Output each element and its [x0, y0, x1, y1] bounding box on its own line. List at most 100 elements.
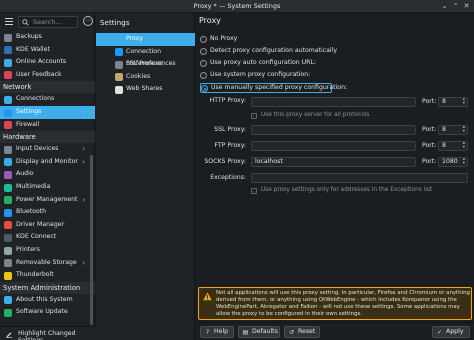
wallet-icon: [4, 46, 12, 55]
ssl-port-spinbox[interactable]: 8 ▴ ▾: [438, 125, 468, 135]
subcategory-item-ssl-preferences[interactable]: SSL Preferences: [96, 58, 195, 71]
power-icon: [4, 196, 12, 205]
sidebar-item-about-this-system[interactable]: About this System: [0, 294, 95, 307]
spin-arrows-icon[interactable]: ▴ ▾: [463, 97, 465, 106]
sidebar-item-removable-storage[interactable]: Removable Storage ›: [0, 257, 95, 270]
sidebar-item-input-devices[interactable]: Input Devices ›: [0, 143, 95, 156]
sidebar-item-display-and-monitor[interactable]: Display and Monitor ›: [0, 156, 95, 169]
ftp-proxy-label: FTP Proxy:: [214, 142, 246, 149]
http-port-spinbox[interactable]: 8 ▴ ▾: [438, 97, 468, 107]
sidebar-item-kde-wallet[interactable]: KDE Wallet: [0, 44, 95, 57]
sidebar-item-printers[interactable]: Printers: [0, 244, 95, 257]
sidebar-item-software-update[interactable]: Software Update: [0, 306, 95, 319]
sidebar-item-label: Thunderbolt: [16, 271, 54, 279]
sidebar-item-power-management[interactable]: Power Management ›: [0, 194, 95, 207]
radio-manual-proxy[interactable]: Use manually specified proxy configurati…: [200, 83, 347, 93]
sidebar-item-firewall[interactable]: Firewall: [0, 119, 95, 132]
sidebar-item-online-accounts[interactable]: Online Accounts: [0, 56, 95, 69]
warning-icon: [203, 292, 212, 301]
radio-button[interactable]: [200, 72, 207, 79]
radio-no-proxy[interactable]: No Proxy: [200, 35, 400, 45]
sidebar-item-thunderbolt[interactable]: Thunderbolt: [0, 269, 95, 282]
defaults-icon: ▤: [242, 328, 249, 336]
sidebar-item-label: Multimedia: [16, 182, 51, 190]
ssl-proxy-input[interactable]: [251, 125, 416, 135]
socks-port-spinbox[interactable]: 1080 ▴ ▾: [438, 157, 468, 167]
sidebar-item-backups[interactable]: Backups: [0, 31, 95, 44]
use-for-all-protocols-checkbox[interactable]: Use this proxy server for all protocols: [251, 112, 431, 121]
highlight-pen-icon: [5, 332, 13, 338]
sidebar-item-user-feedback[interactable]: User Feedback: [0, 69, 95, 82]
subcategory-item-cookies[interactable]: Cookies: [96, 71, 195, 84]
defaults-button[interactable]: ▤ Defaults: [238, 326, 280, 338]
socks-port-label: Port:: [422, 158, 437, 165]
defaults-button-label: Defaults: [252, 328, 278, 335]
sidebar-item-settings[interactable]: Settings ›: [0, 105, 95, 119]
spin-arrows-icon[interactable]: ▴ ▾: [463, 125, 465, 134]
chevron-right-icon: ›: [82, 258, 85, 267]
sidebar-item-driver-manager[interactable]: Driver Manager: [0, 219, 95, 232]
ftp-port-spinbox[interactable]: 8 ▴ ▾: [438, 141, 468, 151]
sidebar-item-multimedia[interactable]: Multimedia: [0, 181, 95, 194]
multimedia-icon: [4, 183, 12, 192]
spin-arrows-icon[interactable]: ▴ ▾: [463, 141, 465, 150]
network-settings-icon: [4, 108, 12, 117]
search-input[interactable]: Search...: [18, 16, 78, 28]
update-icon: [4, 308, 12, 317]
socks-proxy-input[interactable]: localhost: [251, 157, 416, 167]
chevron-right-icon: ›: [82, 145, 85, 154]
subcategory-item-web-shares[interactable]: Web Shares: [96, 83, 195, 96]
online-accounts-icon: [4, 58, 12, 67]
backups-icon: [4, 33, 12, 42]
apply-button[interactable]: ✓ Apply: [432, 326, 470, 338]
sidebar-item-kde-connect[interactable]: KDE Connect: [0, 231, 95, 244]
radio-button-checked[interactable]: [201, 85, 208, 92]
sidebar-item-label: Software Update: [16, 308, 68, 316]
sidebar-item-bluetooth[interactable]: Bluetooth: [0, 206, 95, 219]
highlight-changed-settings-button[interactable]: Highlight Changed Settings: [0, 326, 95, 340]
scrollbar-thumb[interactable]: [90, 155, 93, 325]
more-options-icon[interactable]: ⋯: [83, 16, 93, 26]
checkbox[interactable]: [251, 113, 257, 119]
maximize-button[interactable]: ⌃: [451, 2, 460, 11]
share-icon: [115, 85, 123, 94]
sidebar-item-label: Connections: [16, 95, 55, 103]
help-button[interactable]: ? Help: [200, 326, 234, 338]
spin-arrows-icon[interactable]: ▴ ▾: [463, 157, 465, 166]
subcategory-item-proxy[interactable]: Proxy: [96, 33, 195, 46]
sidebar-item-label: Printers: [16, 245, 40, 253]
subcategory-item-connection-preferences[interactable]: Connection Preferences: [96, 46, 195, 67]
sidebar-item-label: Online Accounts: [16, 58, 67, 66]
socks-proxy-label: SOCKS Proxy:: [204, 158, 246, 165]
subcategory-item-label: Cookies: [126, 72, 151, 80]
checkbox[interactable]: [251, 188, 257, 194]
radio-auto-config-url[interactable]: Use proxy auto configuration URL:: [200, 59, 400, 69]
sidebar-item-connections[interactable]: Connections: [0, 93, 95, 106]
radio-button[interactable]: [200, 60, 207, 67]
window-title: Proxy * — System Settings: [193, 2, 281, 10]
sidebar-scrollbar[interactable]: [90, 35, 93, 325]
chevron-right-icon: ›: [82, 157, 85, 166]
sidebar-category: System Administration: [0, 281, 95, 294]
radio-button[interactable]: [200, 36, 207, 43]
radio-button[interactable]: [200, 48, 207, 55]
radio-system-proxy[interactable]: Use system proxy configuration:: [200, 71, 400, 81]
sidebar-item-audio[interactable]: Audio: [0, 168, 95, 181]
info-icon: [4, 296, 12, 305]
hamburger-menu-icon[interactable]: [5, 18, 13, 26]
http-port-label: Port:: [422, 98, 437, 105]
close-button[interactable]: ✕: [462, 2, 471, 11]
http-proxy-input[interactable]: [251, 97, 416, 107]
warning-message: Not all applications will use this proxy…: [198, 287, 472, 320]
ftp-proxy-input[interactable]: [251, 141, 416, 151]
radio-detect-automatically[interactable]: Detect proxy configuration automatically: [200, 47, 400, 57]
exceptions-only-checkbox[interactable]: Use proxy settings only for addresses in…: [251, 187, 451, 196]
reset-button[interactable]: ↺ Reset: [284, 326, 320, 338]
proxy-icon: [115, 35, 123, 44]
exceptions-input[interactable]: [251, 173, 468, 183]
minimize-button[interactable]: ⌄: [440, 2, 449, 11]
sidebar-item-label: Removable Storage: [16, 258, 77, 266]
checkbox-label: Use this proxy server for all protocols: [261, 112, 370, 118]
sidebar-item-label: User Feedback: [16, 70, 62, 78]
warning-text: Not all applications will use this proxy…: [216, 290, 470, 317]
